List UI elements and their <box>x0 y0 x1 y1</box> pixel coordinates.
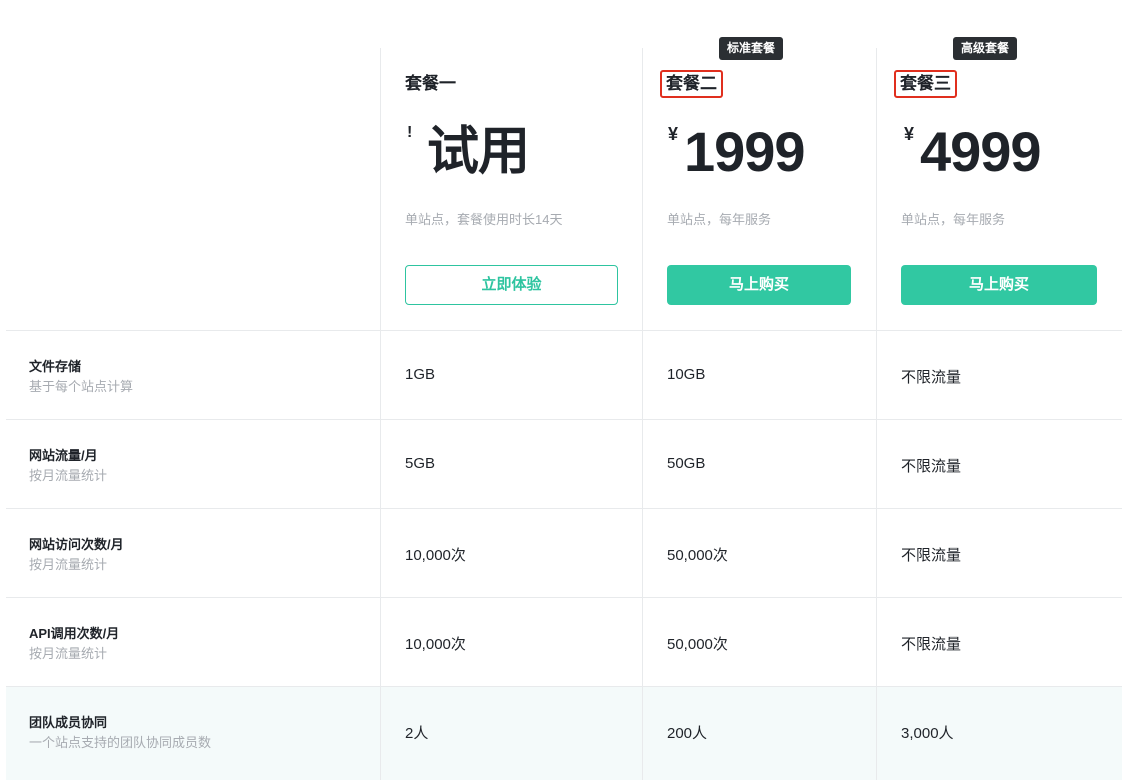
currency-symbol: ¥ <box>904 124 915 144</box>
buy-now-button[interactable]: 马上购买 <box>901 265 1097 305</box>
feature-subtitle: 按月流量统计 <box>29 468 108 483</box>
plan-name: 套餐二 <box>660 70 723 98</box>
feature-title: API调用次数/月 <box>29 626 120 641</box>
column-divider <box>876 686 877 780</box>
plan-column-3: 套餐三 ¥ 4999 单站点，每年服务 马上购买 <box>894 0 1101 330</box>
plan-description: 单站点，每年服务 <box>901 212 1006 227</box>
plan-3-value: 3,000人 <box>901 725 954 742</box>
plan-3-value: 不限流量 <box>901 369 962 386</box>
plan-price: 试用 <box>427 123 530 181</box>
plan-description: 单站点，每年服务 <box>667 212 772 227</box>
feature-row-visits: 网站访问次数/月 按月流量统计 10,000次 50,000次 不限流量 <box>6 508 1122 597</box>
feature-subtitle: 一个站点支持的团队协同成员数 <box>29 735 212 750</box>
plan-1-value: 5GB <box>405 455 436 472</box>
plan-price: 1999 <box>684 120 806 183</box>
plan-2-value: 50,000次 <box>667 547 728 564</box>
plan-3-value: 不限流量 <box>901 458 962 475</box>
plan-1-value: 10,000次 <box>405 547 466 564</box>
price-row: ! 试用 <box>405 118 605 188</box>
plan-name: 套餐三 <box>894 70 957 98</box>
feature-subtitle: 按月流量统计 <box>29 646 108 661</box>
column-divider <box>642 686 643 780</box>
plan-column-2: 套餐二 ¥ 1999 单站点，每年服务 马上购买 <box>660 0 857 330</box>
plan-2-value: 50GB <box>667 455 706 472</box>
column-divider <box>380 686 381 780</box>
feature-title: 文件存储 <box>29 359 82 374</box>
plan-description: 单站点，套餐使用时长14天 <box>405 212 563 227</box>
plan-price: 4999 <box>920 120 1042 183</box>
feature-subtitle: 基于每个站点计算 <box>29 379 134 394</box>
plan-1-value: 10,000次 <box>405 636 466 653</box>
plan-1-value: 1GB <box>405 366 436 383</box>
currency-symbol: ¥ <box>668 124 679 144</box>
plan-3-value: 不限流量 <box>901 636 962 653</box>
plan-2-value: 50,000次 <box>667 636 728 653</box>
try-now-button[interactable]: 立即体验 <box>405 265 618 305</box>
plan-column-1: 套餐一 ! 试用 单站点，套餐使用时长14天 立即体验 <box>405 0 620 330</box>
feature-title: 团队成员协同 <box>29 715 108 730</box>
buy-now-button[interactable]: 马上购买 <box>667 265 851 305</box>
feature-title: 网站流量/月 <box>29 448 98 463</box>
plan-2-value: 10GB <box>667 366 706 383</box>
feature-row-storage: 文件存储 基于每个站点计算 1GB 10GB 不限流量 <box>6 330 1122 419</box>
pricing-table: 套餐一 ! 试用 单站点，套餐使用时长14天 立即体验 标准套餐 套餐二 ¥ 1… <box>0 0 1128 780</box>
plan-name: 套餐一 <box>405 74 456 93</box>
feature-row-api-calls: API调用次数/月 按月流量统计 10,000次 50,000次 不限流量 <box>6 597 1122 686</box>
feature-subtitle: 按月流量统计 <box>29 557 108 572</box>
feature-row-team-members: 团队成员协同 一个站点支持的团队协同成员数 2人 200人 3,000人 <box>6 686 1122 780</box>
plan-2-value: 200人 <box>667 725 708 742</box>
feature-title: 网站访问次数/月 <box>29 537 124 552</box>
price-row: ¥ 1999 <box>668 118 848 188</box>
price-row: ¥ 4999 <box>904 118 1084 188</box>
plan-3-value: 不限流量 <box>901 547 962 564</box>
plan-1-value: 2人 <box>405 725 429 742</box>
currency-symbol: ! <box>407 124 413 141</box>
feature-row-traffic: 网站流量/月 按月流量统计 5GB 50GB 不限流量 <box>6 419 1122 508</box>
